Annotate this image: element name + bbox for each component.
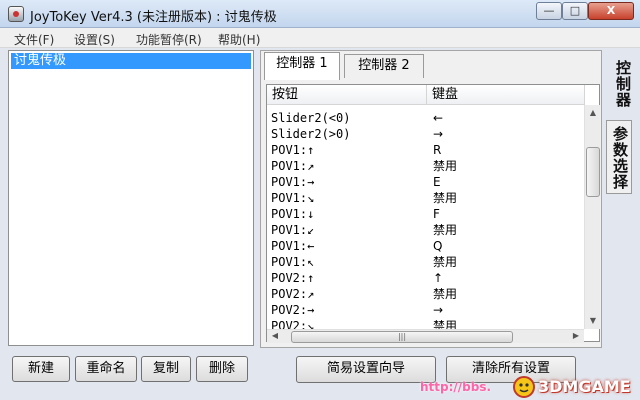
side-tab-parameters[interactable]: 参数选择	[606, 120, 632, 194]
row-button-cell: POV1:↖	[271, 255, 315, 269]
row-button-cell: Slider2(>0)	[271, 127, 351, 141]
row-button-cell: POV1:↗	[271, 159, 315, 173]
row-key-cell: E	[433, 175, 441, 189]
row-key-cell: 禁用	[433, 255, 458, 269]
row-key-cell: R	[433, 143, 442, 157]
rename-config-button[interactable]: 重命名	[75, 356, 137, 382]
copy-config-button[interactable]: 复制	[141, 356, 191, 382]
scroll-right-arrow[interactable]: ▶	[568, 328, 584, 344]
config-list-item[interactable]: 讨鬼传极	[11, 53, 251, 69]
row-key-cell: ↑	[433, 271, 444, 285]
new-config-button[interactable]: 新建	[12, 356, 70, 382]
vertical-scrollbar[interactable]: ▲ ▼	[584, 105, 600, 329]
vertical-scroll-thumb[interactable]	[586, 147, 600, 197]
row-button-cell: POV2:→	[271, 303, 315, 317]
column-header-key[interactable]: 键盘	[427, 85, 585, 105]
row-key-cell: 禁用	[433, 191, 458, 205]
scroll-left-arrow[interactable]: ◀	[267, 328, 283, 344]
row-button-cell: POV1:←	[271, 239, 315, 253]
menu-file[interactable]: 文件(F)	[14, 31, 54, 48]
menu-help[interactable]: 帮助(H)	[218, 31, 260, 48]
row-key-cell: 禁用	[433, 287, 458, 301]
scroll-up-arrow[interactable]: ▲	[585, 105, 601, 121]
app-icon	[8, 6, 24, 22]
table-row[interactable]: POV1:↖ 禁用	[267, 254, 585, 270]
config-list[interactable]: 讨鬼传极	[8, 50, 254, 346]
table-row[interactable]: POV1:↑ R	[267, 142, 585, 158]
table-row[interactable]: POV1:↙ 禁用	[267, 222, 585, 238]
delete-config-button[interactable]: 删除	[196, 356, 248, 382]
maximize-button[interactable]: □	[562, 2, 588, 20]
watermark-brand: 3DMGAME	[538, 377, 631, 396]
row-key-cell: Q	[433, 239, 443, 253]
row-key-cell: →	[433, 127, 444, 141]
row-button-cell: POV2:↑	[271, 271, 315, 285]
column-header-button[interactable]: 按钮	[267, 85, 427, 105]
side-tab-controller[interactable]: 控制器	[608, 54, 634, 114]
watermark-url: http://bbs.	[420, 380, 492, 394]
table-row[interactable]: POV2:↗ 禁用	[267, 286, 585, 302]
table-row[interactable]: POV1:← Q	[267, 238, 585, 254]
setup-wizard-button[interactable]: 简易设置向导	[296, 356, 436, 383]
row-button-cell: POV1:↙	[271, 223, 315, 237]
row-button-cell: POV1:↓	[271, 207, 315, 221]
menu-settings[interactable]: 设置(S)	[74, 31, 115, 48]
table-row[interactable]: POV1:↗ 禁用	[267, 158, 585, 174]
menu-bar: 文件(F) 设置(S) 功能暂停(R) 帮助(H)	[0, 28, 640, 48]
scroll-down-arrow[interactable]: ▼	[585, 313, 601, 329]
title-bar[interactable]: JoyToKey Ver4.3 (未注册版本) : 讨鬼传极 — □ X	[0, 0, 640, 28]
row-key-cell: F	[433, 207, 440, 221]
tab-controller-2[interactable]: 控制器 2	[344, 54, 424, 78]
row-key-cell: 禁用	[433, 159, 458, 173]
close-button[interactable]: X	[588, 2, 634, 20]
button-mapping-grid[interactable]: 按钮 键盘 Slider2(<0) ← Slider2(>0) → POV1:↑ R POV…	[266, 84, 600, 342]
row-button-cell: POV2:↗	[271, 287, 315, 301]
row-key-cell: ←	[433, 111, 444, 125]
table-row[interactable]: POV2:→ →	[267, 302, 585, 318]
watermark-logo-icon	[513, 376, 535, 398]
window-title: JoyToKey Ver4.3 (未注册版本) : 讨鬼传极	[30, 10, 277, 25]
tab-controller-1[interactable]: 控制器 1	[264, 52, 340, 80]
table-row[interactable]: POV1:↓ F	[267, 206, 585, 222]
table-row[interactable]: POV2:↑ ↑	[267, 270, 585, 286]
horizontal-scroll-thumb[interactable]: |||	[291, 331, 513, 343]
horizontal-scrollbar[interactable]: ◀ ||| ▶	[267, 329, 584, 343]
row-button-cell: Slider2(<0)	[271, 111, 351, 125]
table-row[interactable]: POV1:↘ 禁用	[267, 190, 585, 206]
table-row[interactable]: POV1:→ E	[267, 174, 585, 190]
row-button-cell: POV1:↘	[271, 191, 315, 205]
row-button-cell: POV1:↑	[271, 143, 315, 157]
row-key-cell: →	[433, 303, 444, 317]
row-button-cell: POV1:→	[271, 175, 315, 189]
table-row[interactable]: Slider2(<0) ←	[267, 110, 585, 126]
table-row[interactable]: Slider2(>0) →	[267, 126, 585, 142]
minimize-button[interactable]: —	[536, 2, 562, 20]
menu-pause[interactable]: 功能暂停(R)	[136, 31, 202, 48]
watermark: http://bbs. 3DMGAME	[420, 374, 640, 400]
row-key-cell: 禁用	[433, 223, 458, 237]
